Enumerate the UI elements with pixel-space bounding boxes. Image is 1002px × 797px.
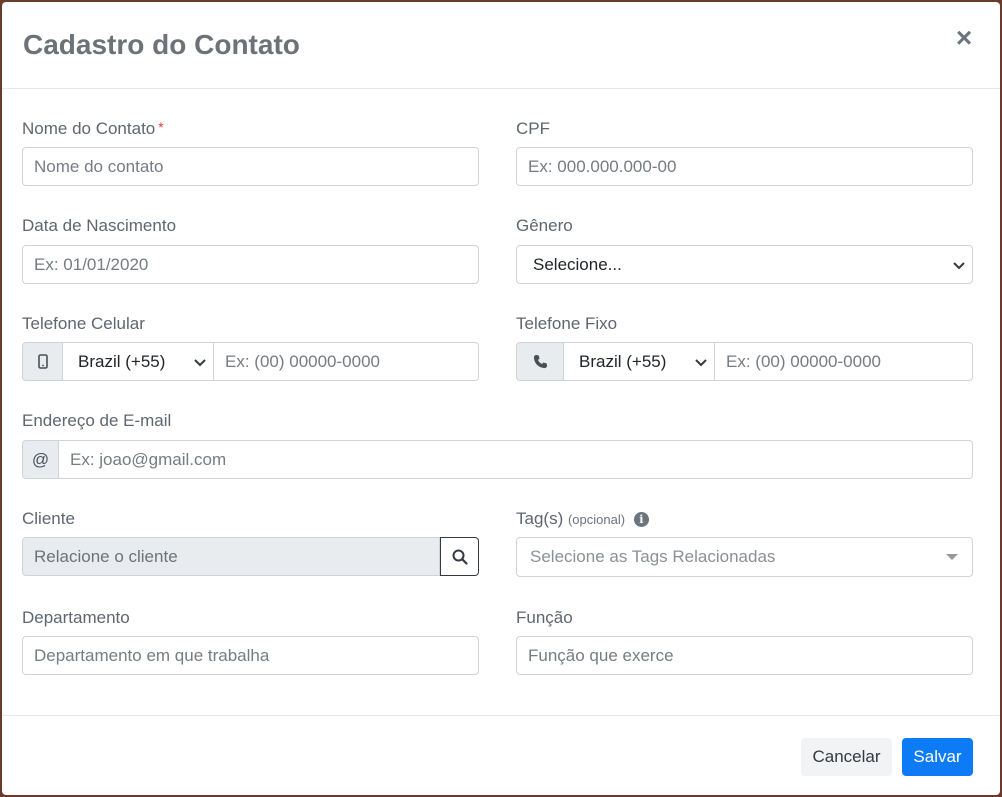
celular-country-select[interactable]: Brazil (+55): [63, 342, 214, 381]
mobile-phone-icon: [37, 354, 48, 369]
genero-selected: Selecione...: [533, 254, 622, 274]
fixo-label: Telefone Fixo: [516, 314, 618, 333]
email-group: @: [22, 440, 973, 479]
fixo-group: Brazil (+55): [516, 342, 973, 381]
celular-country: Brazil (+55): [78, 351, 166, 371]
nome-input[interactable]: [22, 147, 479, 186]
tags-label-text: Tag(s): [516, 509, 564, 528]
nome-label: Nome do Contato *: [22, 119, 164, 139]
email-input[interactable]: [59, 440, 973, 479]
info-icon[interactable]: i: [633, 512, 649, 527]
nascimento-input[interactable]: [22, 245, 479, 284]
modal-footer: Cancelar Salvar: [2, 715, 1000, 795]
departamento-label: Departamento: [22, 608, 130, 627]
at-icon: @: [22, 440, 59, 479]
genero-label: Gênero: [516, 216, 573, 235]
close-button[interactable]: ×: [954, 24, 974, 52]
search-icon: [452, 549, 468, 565]
nascimento-label: Data de Nascimento: [22, 216, 177, 235]
phone-icon: [533, 354, 547, 369]
modal-header: Cadastro do Contato ×: [2, 2, 1000, 89]
email-label: Endereço de E-mail: [22, 411, 172, 430]
funcao-label: Função: [516, 608, 573, 627]
cpf-input[interactable]: [516, 147, 973, 186]
cpf-label: CPF: [516, 119, 550, 138]
departamento-input[interactable]: [22, 636, 479, 675]
tags-label: Tag(s) (opcional) i: [516, 509, 649, 529]
nome-label-text: Nome do Contato: [22, 119, 156, 138]
tags-select[interactable]: Selecione as Tags Relacionadas: [516, 537, 973, 577]
fixo-country: Brazil (+55): [579, 351, 667, 371]
genero-select[interactable]: Selecione...: [516, 245, 973, 284]
chevron-down-icon: [194, 358, 206, 366]
celular-label: Telefone Celular: [22, 314, 145, 333]
cancel-button[interactable]: Cancelar: [801, 738, 892, 776]
required-mark: *: [158, 119, 164, 135]
cliente-input[interactable]: [22, 537, 440, 576]
celular-input[interactable]: [214, 342, 479, 381]
chevron-down-icon: [695, 358, 707, 366]
celular-group: Brazil (+55): [22, 342, 479, 381]
cliente-label: Cliente: [22, 509, 75, 528]
funcao-input[interactable]: [516, 636, 973, 675]
cliente-search-button[interactable]: [440, 537, 479, 576]
tags-placeholder: Selecione as Tags Relacionadas: [530, 547, 776, 566]
modal-title: Cadastro do Contato: [23, 29, 300, 60]
fixo-addon: [516, 342, 564, 381]
celular-addon: [22, 342, 63, 381]
chevron-down-icon: [953, 261, 965, 269]
fixo-input[interactable]: [715, 342, 973, 381]
cliente-group: [22, 537, 479, 576]
contact-modal: Cadastro do Contato × Nome do Contato* C…: [2, 2, 1000, 795]
tags-label-note: (opcional): [567, 512, 626, 527]
save-button[interactable]: Salvar: [902, 738, 973, 776]
close-icon: ×: [955, 22, 973, 53]
caret-down-icon: [946, 554, 958, 560]
fixo-country-select[interactable]: Brazil (+55): [564, 342, 715, 381]
